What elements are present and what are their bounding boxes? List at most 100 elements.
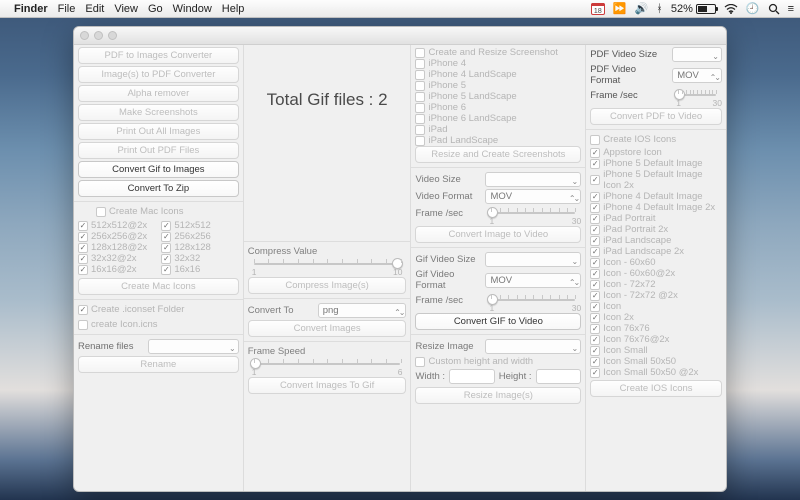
spotlight-icon[interactable] [768,3,780,15]
cb-256-2x[interactable] [78,232,88,242]
menu-go[interactable]: Go [148,3,163,15]
select-pdf-video-format[interactable]: MOV⌃⌄ [672,68,722,83]
menu-view[interactable]: View [114,3,138,15]
cb-ios-11[interactable] [590,280,600,290]
btn-resize-images[interactable]: Resize Image(s) [415,387,581,404]
btn-pdf-to-video[interactable]: Convert PDF to Video [590,108,722,125]
cb-ios-13[interactable] [590,302,600,312]
btn-rename[interactable]: Rename [78,356,239,373]
menu-help[interactable]: Help [222,3,245,15]
cb-ios-14[interactable] [590,313,600,323]
close-traffic-light[interactable] [80,31,89,40]
cb-icns[interactable] [78,320,88,330]
cb-ios-12[interactable] [590,291,600,301]
volume-icon[interactable]: 🔊 [635,2,649,15]
cb-512[interactable] [161,221,171,231]
menu-file[interactable]: File [58,3,76,15]
select-convert-to[interactable]: png⌃⌄ [318,303,407,318]
cb-ios-9[interactable] [590,258,600,268]
slider-framespeed[interactable]: 1 6 [248,357,407,371]
select-video-format[interactable]: MOV⌃⌄ [485,189,581,204]
btn-gif-to-images[interactable]: Convert Gif to Images [78,161,239,178]
btn-images-to-pdf[interactable]: Image(s) to PDF Converter [78,66,239,83]
cb-iphone5l[interactable] [415,92,425,102]
cb-iphone6l[interactable] [415,114,425,124]
slider-gif-fps[interactable]: 1 30 [485,293,581,307]
cb-ios-19[interactable] [590,368,600,378]
btn-create-ios-icons[interactable]: Create IOS Icons [590,380,722,397]
menu-window[interactable]: Window [173,3,212,15]
clock-icon[interactable]: 🕘 [746,2,760,15]
cb-iconset[interactable] [78,305,88,315]
cb-512-2x[interactable] [78,221,88,231]
btn-resize-create-ss[interactable]: Resize and Create Screenshots [415,146,581,163]
input-height[interactable] [536,369,582,384]
cb-ios-15[interactable] [590,324,600,334]
cb-ios-8[interactable] [590,247,600,257]
btn-compress[interactable]: Compress Image(s) [248,277,407,294]
cb-iphone5[interactable] [415,81,425,91]
app-name[interactable]: Finder [14,3,48,15]
input-width[interactable] [449,369,495,384]
slider-pdf-fps[interactable]: 1 30 [672,88,722,102]
btn-pdf-to-images[interactable]: PDF to Images Converter [78,47,239,64]
cb-32[interactable] [161,254,171,264]
cb-iphone6[interactable] [415,103,425,113]
menu-edit[interactable]: Edit [85,3,104,15]
zoom-traffic-light[interactable] [108,31,117,40]
btn-make-screenshots[interactable]: Make Screenshots [78,104,239,121]
cb-create-ios-icons[interactable] [590,135,600,145]
lbl-rename: Rename files [78,341,144,352]
titlebar [74,27,726,45]
cb-32-2x[interactable] [78,254,88,264]
btn-convert-images[interactable]: Convert Images [248,320,407,337]
cb-16[interactable] [161,265,171,275]
cb-ios-16[interactable] [590,335,600,345]
select-video-size[interactable]: ⌄ [485,172,581,187]
select-rename[interactable]: ⌄ [148,339,239,354]
btn-print-images[interactable]: Print Out All Images [78,123,239,140]
select-resize-image[interactable]: ⌄ [485,339,581,354]
cb-ios-1[interactable] [590,159,600,169]
cb-ios-0[interactable] [590,148,600,158]
btn-create-mac-icons[interactable]: Create Mac Icons [78,278,239,295]
cb-ios-6[interactable] [590,225,600,235]
cb-ios-10[interactable] [590,269,600,279]
cb-custom-wh[interactable] [415,357,425,367]
btn-images-to-gif[interactable]: Convert Images To Gif [248,377,407,394]
cb-ipad[interactable] [415,125,425,135]
btn-image-to-video[interactable]: Convert Image to Video [415,226,581,243]
cb-128-2x[interactable] [78,243,88,253]
notification-icon[interactable]: ≡ [788,3,794,15]
slider-video-fps[interactable]: 1 30 [485,206,581,220]
select-gif-video-format[interactable]: MOV⌃⌄ [485,273,581,288]
btn-print-pdf[interactable]: Print Out PDF Files [78,142,239,159]
btn-gif-to-video[interactable]: Convert GIF to Video [415,313,581,330]
cb-ipadl[interactable] [415,136,425,146]
btn-convert-zip[interactable]: Convert To Zip [78,180,239,197]
fastforward-icon[interactable]: ⏩ [613,2,627,15]
cb-create-mac-icons[interactable] [96,207,106,217]
cb-ios-4[interactable] [590,203,600,213]
select-pdf-video-size[interactable]: ⌄ [672,47,722,62]
btn-alpha-remover[interactable]: Alpha remover [78,85,239,102]
cb-ios-18[interactable] [590,357,600,367]
cb-ios-2[interactable] [590,175,600,185]
battery-status[interactable]: 52% [671,3,716,15]
wifi-icon[interactable] [724,4,738,14]
select-gif-video-size[interactable]: ⌄ [485,252,581,267]
cb-ios-7[interactable] [590,236,600,246]
minimize-traffic-light[interactable] [94,31,103,40]
slider-compress[interactable]: 1 10 [248,257,407,271]
cb-128[interactable] [161,243,171,253]
cb-iphone4l[interactable] [415,70,425,80]
calendar-icon[interactable]: 18 [591,3,605,15]
cb-256[interactable] [161,232,171,242]
cb-ios-3[interactable] [590,192,600,202]
cb-create-resize-ss[interactable] [415,48,425,58]
cb-ios-17[interactable] [590,346,600,356]
cb-16-2x[interactable] [78,265,88,275]
cb-iphone4[interactable] [415,59,425,69]
bluetooth-icon[interactable]: ᚼ [656,3,663,15]
cb-ios-5[interactable] [590,214,600,224]
